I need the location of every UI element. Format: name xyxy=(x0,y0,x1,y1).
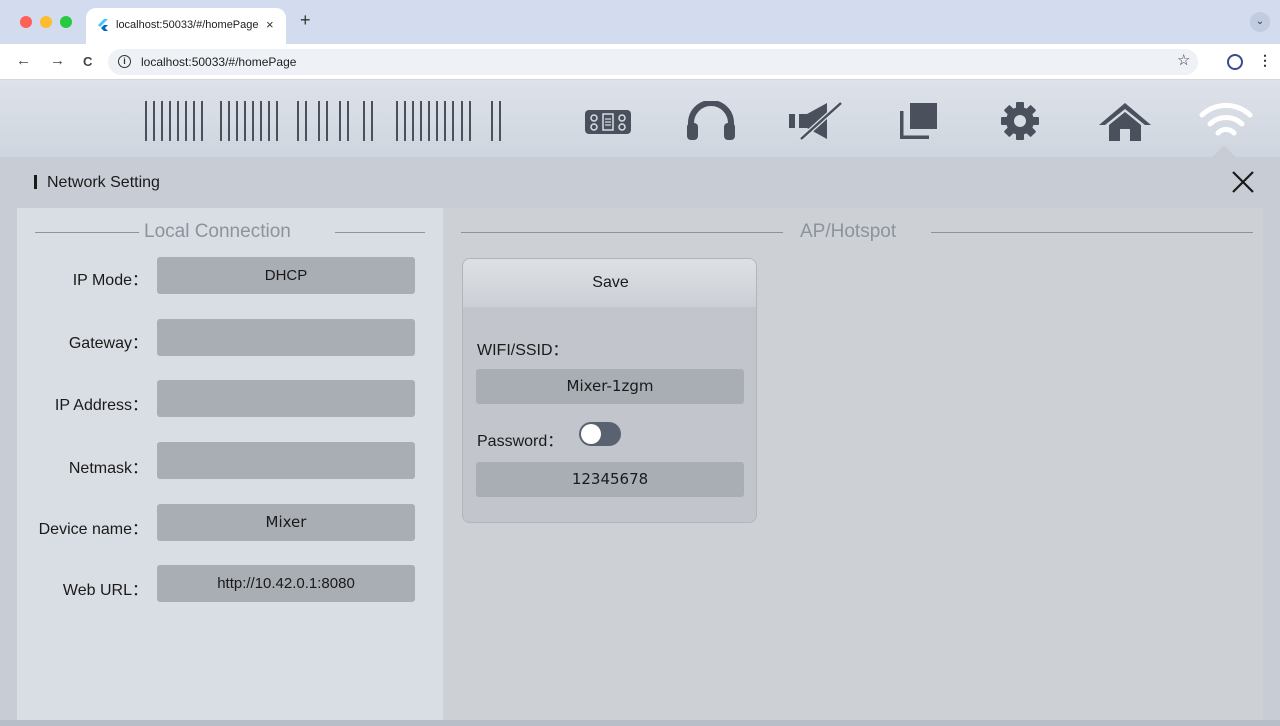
meter-bar xyxy=(252,101,254,141)
gateway-label: Gateway： xyxy=(68,335,148,352)
section-divider xyxy=(335,232,425,233)
mute-icon[interactable] xyxy=(787,101,843,141)
meter-bar xyxy=(452,101,454,141)
meter-bar xyxy=(236,101,238,141)
title-marker xyxy=(34,175,37,189)
ip-address-field[interactable] xyxy=(157,380,415,417)
ap-hotspot-title: AP/Hotspot xyxy=(800,221,897,242)
minimize-window-button[interactable] xyxy=(40,16,52,28)
toggle-knob xyxy=(581,424,601,444)
ip-mode-label: IP Mode： xyxy=(72,272,148,289)
meter-bar xyxy=(260,101,262,141)
panel-frame-right xyxy=(1263,208,1280,722)
meter-bar xyxy=(297,101,299,141)
meter-bar xyxy=(177,101,179,141)
mixer-icon[interactable] xyxy=(585,110,631,134)
meter-bar xyxy=(145,101,147,141)
ip-mode-select[interactable]: DHCP xyxy=(157,257,415,294)
password-field[interactable]: 12345678 xyxy=(476,462,744,497)
meter-bar xyxy=(326,101,328,141)
active-tab-indicator xyxy=(1212,146,1236,157)
maximize-window-button[interactable] xyxy=(60,16,72,28)
url-field[interactable]: i localhost:50033/#/homePage xyxy=(108,49,1198,75)
network-setting-header: Network Setting xyxy=(0,157,1280,208)
flutter-icon xyxy=(98,19,108,31)
tab-close-icon[interactable]: × xyxy=(266,17,274,32)
ap-hotspot-card: Save WIFI/SSID： Mixer-1zgm Password： 123… xyxy=(462,258,757,523)
local-connection-section: Local Connection IP Mode： DHCP Gateway： … xyxy=(17,208,443,722)
gateway-field[interactable] xyxy=(157,319,415,356)
meter-bar xyxy=(201,101,203,141)
password-toggle[interactable] xyxy=(579,422,621,446)
meter-bar xyxy=(268,101,270,141)
url-text[interactable]: localhost:50033/#/homePage xyxy=(141,55,296,69)
reload-button[interactable]: C xyxy=(83,54,92,69)
meter-bar xyxy=(420,101,422,141)
password-label: Password： xyxy=(477,433,564,450)
section-divider xyxy=(35,232,139,233)
section-divider xyxy=(461,232,783,233)
layers-icon[interactable] xyxy=(900,103,938,139)
browser-address-bar: ← → C i localhost:50033/#/homePage ☆ ⋮ xyxy=(0,44,1280,80)
meter-bar xyxy=(244,101,246,141)
browser-menu-icon[interactable]: ⋮ xyxy=(1258,52,1272,69)
section-divider xyxy=(931,232,1253,233)
meter-bar xyxy=(169,101,171,141)
meter-bar xyxy=(276,101,278,141)
web-url-label: Web URL： xyxy=(62,582,148,599)
meter-bar xyxy=(444,101,446,141)
headphones-icon[interactable] xyxy=(686,101,736,141)
meter-bar xyxy=(491,101,493,141)
tab-title: localhost:50033/#/homePage xyxy=(116,19,259,31)
bookmark-star-icon[interactable]: ☆ xyxy=(1177,51,1190,69)
meter-bar xyxy=(220,101,222,141)
local-connection-title: Local Connection xyxy=(144,221,291,242)
meter-bar xyxy=(404,101,406,141)
close-window-button[interactable] xyxy=(20,16,32,28)
site-info-icon[interactable]: i xyxy=(118,55,131,68)
tab-search-button[interactable]: ⌄ xyxy=(1250,12,1270,32)
meter-bar xyxy=(428,101,430,141)
meter-bar xyxy=(161,101,163,141)
ssid-label: WIFI/SSID： xyxy=(477,342,569,359)
netmask-field[interactable] xyxy=(157,442,415,479)
meter-bar xyxy=(339,101,341,141)
new-tab-button[interactable]: + xyxy=(300,10,311,31)
device-name-label: Device name： xyxy=(38,521,148,538)
meter-bar xyxy=(363,101,365,141)
close-icon[interactable] xyxy=(1230,169,1256,195)
meter-bar xyxy=(228,101,230,141)
panel-frame-bottom xyxy=(0,720,1280,726)
meter-bar xyxy=(396,101,398,141)
meter-bar xyxy=(185,101,187,141)
meter-bar xyxy=(305,101,307,141)
meter-bar xyxy=(318,101,320,141)
meter-bar xyxy=(436,101,438,141)
home-icon[interactable] xyxy=(1097,101,1153,143)
browser-tab-bar: localhost:50033/#/homePage × + ⌄ xyxy=(0,0,1280,44)
web-url-field[interactable]: http://10.42.0.1:8080 xyxy=(157,565,415,602)
meter-bar xyxy=(469,101,471,141)
meter-bar xyxy=(193,101,195,141)
netmask-label: Netmask： xyxy=(68,460,148,477)
app-toolbar xyxy=(0,81,1280,157)
meter-bar xyxy=(412,101,414,141)
panel-title: Network Setting xyxy=(47,174,160,191)
forward-button[interactable]: → xyxy=(50,52,65,69)
save-button[interactable]: Save xyxy=(463,259,756,307)
ip-address-label: IP Address： xyxy=(54,397,148,414)
profile-icon[interactable] xyxy=(1227,54,1243,70)
meter-bar xyxy=(499,101,501,141)
gear-icon[interactable] xyxy=(1000,101,1040,141)
meter-bar xyxy=(153,101,155,141)
meter-bar xyxy=(461,101,463,141)
back-button[interactable]: ← xyxy=(16,52,31,69)
meter-bar xyxy=(371,101,373,141)
device-name-field[interactable]: Mixer xyxy=(157,504,415,541)
wifi-icon[interactable] xyxy=(1198,103,1254,143)
meter-bar xyxy=(347,101,349,141)
browser-tab[interactable]: localhost:50033/#/homePage × xyxy=(86,8,286,44)
ssid-field[interactable]: Mixer-1zgm xyxy=(476,369,744,404)
